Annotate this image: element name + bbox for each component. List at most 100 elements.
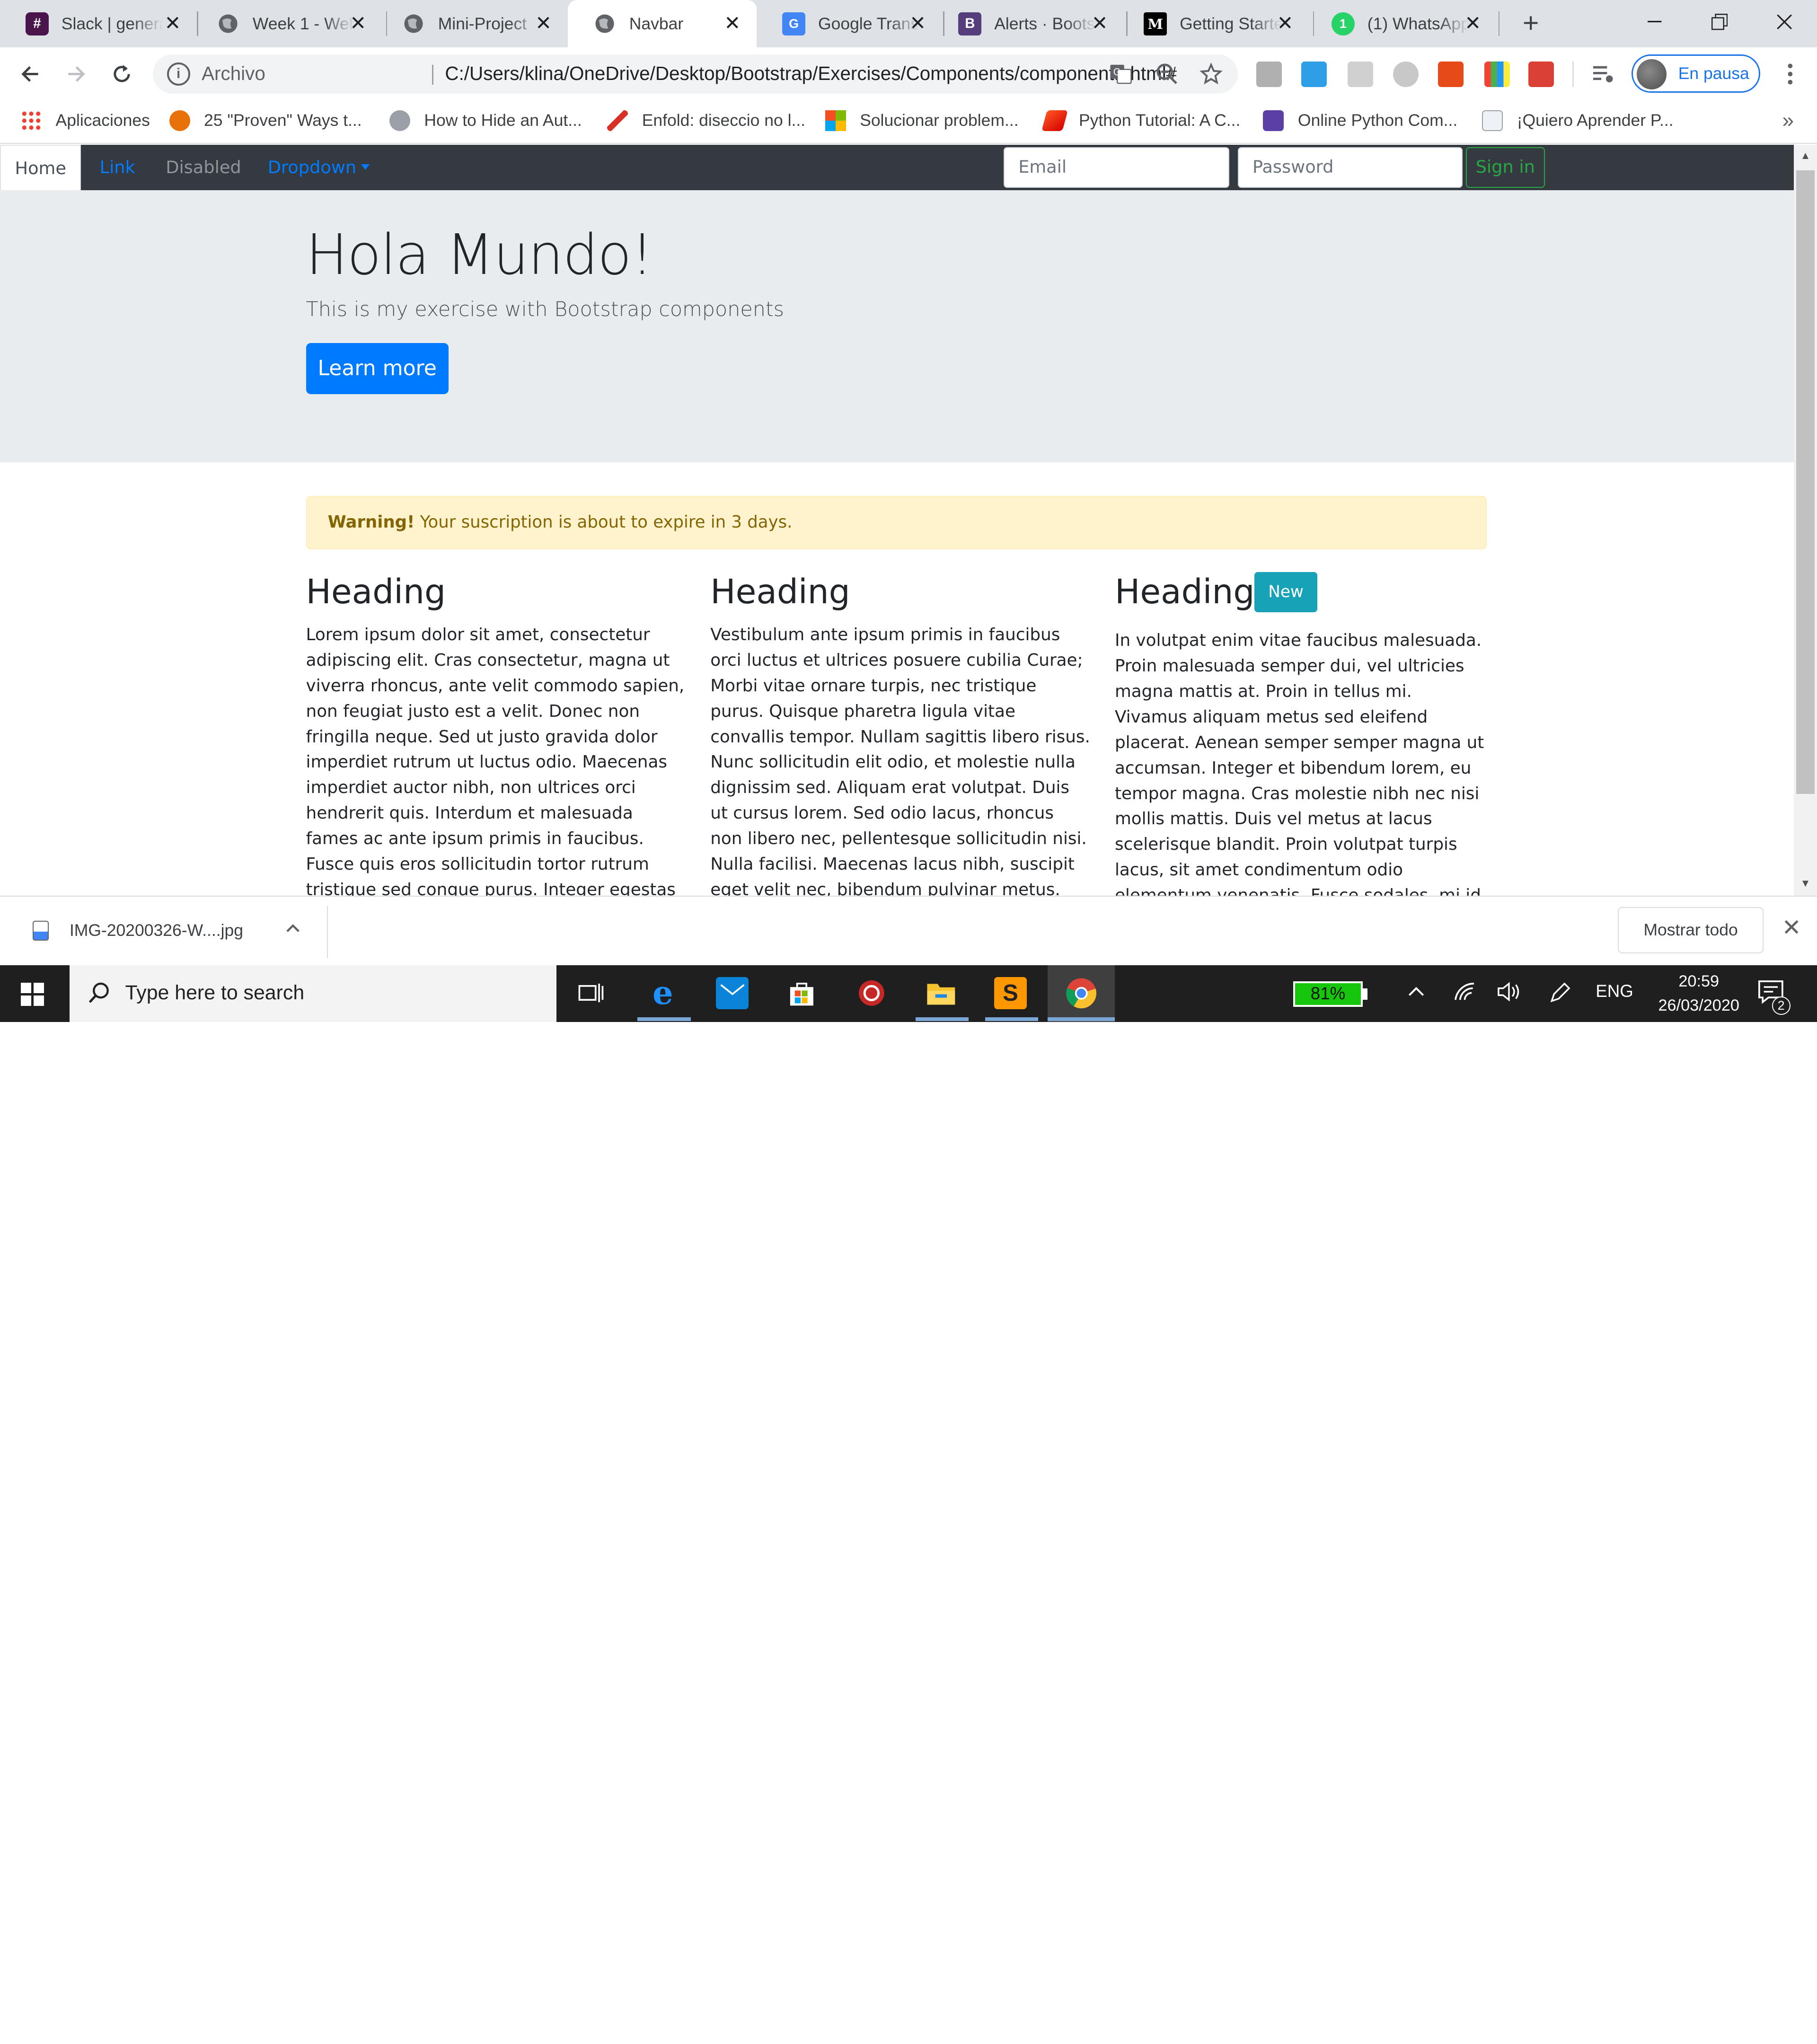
- volume-icon[interactable]: [1496, 981, 1522, 1006]
- tab-week1[interactable]: Week 1 - Web ✕: [191, 0, 382, 47]
- bookmark-aplicaciones[interactable]: Aplicaciones: [21, 108, 150, 133]
- close-icon[interactable]: ✕: [1275, 12, 1296, 34]
- chevron-up-icon[interactable]: [1406, 981, 1427, 1006]
- tab-title: (1) WhatsApp: [1367, 14, 1470, 33]
- tab-navbar[interactable]: Navbar ✕: [568, 0, 757, 48]
- antivirus-icon[interactable]: [855, 977, 888, 1010]
- close-icon[interactable]: ✕: [722, 12, 743, 34]
- close-icon[interactable]: ✕: [162, 12, 183, 34]
- scroll-down-icon[interactable]: ▼: [1799, 877, 1812, 891]
- media-control-icon[interactable]: [1591, 62, 1616, 87]
- show-all-button[interactable]: Mostrar todo: [1617, 907, 1764, 954]
- restore-button[interactable]: [1687, 0, 1752, 44]
- sign-in-button[interactable]: Sign in: [1465, 147, 1545, 188]
- store-icon[interactable]: [785, 977, 818, 1010]
- learn-more-button[interactable]: Learn more: [306, 343, 449, 394]
- windows-start-icon[interactable]: [21, 982, 44, 1006]
- page-title: Hola Mundo!: [306, 222, 653, 288]
- reload-button[interactable]: [104, 57, 139, 91]
- page-scrollbar[interactable]: ▲ ▼: [1794, 145, 1817, 896]
- battery-indicator[interactable]: 81%: [1293, 981, 1363, 1007]
- file-explorer-icon[interactable]: [925, 977, 957, 1010]
- bookmark-quiero-aprender[interactable]: ¡Quiero Aprender P...: [1482, 108, 1674, 133]
- bookmark-bolt-icon: [1263, 110, 1284, 131]
- bookmark-enfold[interactable]: Enfold: diseccio no l...: [607, 108, 805, 133]
- close-window-button[interactable]: [1752, 0, 1817, 44]
- minimize-icon: [1648, 21, 1662, 23]
- kebab-menu-icon: [1788, 63, 1793, 85]
- windows-taskbar: Type here to search e S 81% ENG 20:59 26…: [0, 965, 1817, 1022]
- download-file-name[interactable]: IMG-20200326-W....jpg: [70, 921, 243, 940]
- battery-icon: [1363, 988, 1367, 1000]
- back-button[interactable]: [13, 57, 47, 91]
- clock-date[interactable]: 26/03/2020: [1646, 996, 1752, 1015]
- search-icon: [88, 982, 109, 1004]
- address-bar[interactable]: i Archivo C:/Users/klina/OneDrive/Deskto…: [153, 54, 1238, 94]
- bookmarks-overflow-icon[interactable]: »: [1782, 109, 1794, 132]
- close-icon[interactable]: ✕: [533, 12, 554, 34]
- mail-icon[interactable]: [716, 977, 749, 1010]
- tab-title: Getting Started: [1180, 14, 1282, 33]
- bookmark-online-python[interactable]: Online Python Com...: [1263, 108, 1457, 133]
- translate-icon[interactable]: G: [1108, 62, 1133, 87]
- clock-time[interactable]: 20:59: [1664, 972, 1734, 991]
- url-text[interactable]: C:/Users/klina/OneDrive/Desktop/Bootstra…: [445, 62, 1177, 85]
- menu-button[interactable]: [1773, 57, 1808, 91]
- new-tab-button[interactable]: +: [1516, 9, 1546, 40]
- scroll-thumb[interactable]: [1796, 170, 1815, 794]
- language-indicator[interactable]: ENG: [1596, 981, 1633, 1001]
- bookmark-solucionar[interactable]: Solucionar problem...: [825, 108, 1019, 133]
- warning-alert: Warning! Your suscription is about to ex…: [306, 496, 1487, 549]
- profile-button[interactable]: En pausa: [1632, 54, 1761, 93]
- content-column-2: Heading Vestibulum ante ipsum primis in …: [710, 569, 1090, 896]
- close-icon[interactable]: ✕: [908, 12, 928, 34]
- google-translate-icon: G: [782, 12, 806, 35]
- tab-google-translate[interactable]: G Google Translate ✕: [757, 0, 942, 47]
- nav-dropdown-toggle[interactable]: Dropdown: [268, 145, 370, 190]
- edge-icon[interactable]: e: [647, 974, 679, 1012]
- minimize-button[interactable]: [1623, 0, 1687, 44]
- extension-icon[interactable]: [1348, 61, 1374, 87]
- scroll-up-icon[interactable]: ▲: [1799, 150, 1812, 163]
- bookmark-hide-autor[interactable]: How to Hide an Aut...: [389, 108, 582, 133]
- pdf-extension-icon[interactable]: [1256, 61, 1282, 87]
- close-icon[interactable]: ✕: [1780, 916, 1803, 940]
- wifi-icon[interactable]: [1453, 981, 1476, 1006]
- tab-bootstrap-alerts[interactable]: B Alerts · Bootstrap ✕: [933, 0, 1124, 47]
- nav-home-link[interactable]: Home: [0, 145, 81, 190]
- todoist-extension-icon[interactable]: [1528, 61, 1554, 87]
- office-extension-icon[interactable]: [1438, 61, 1464, 87]
- tff-extension-icon[interactable]: [1301, 61, 1327, 87]
- taskbar-search-box[interactable]: Type here to search: [69, 965, 556, 1022]
- bookmark-proven-ways[interactable]: 25 "Proven" Ways t...: [169, 108, 362, 133]
- column-heading-with-badge: Heading New: [1115, 569, 1488, 615]
- star-icon[interactable]: [1198, 62, 1224, 87]
- close-icon[interactable]: ✕: [1089, 12, 1110, 34]
- tab-title: Mini-Project: [438, 14, 527, 33]
- info-icon[interactable]: i: [167, 62, 190, 86]
- chevron-up-icon[interactable]: [284, 920, 302, 938]
- bookmark-python-tutorial[interactable]: Python Tutorial: A C...: [1041, 108, 1240, 133]
- zoom-icon[interactable]: [1154, 62, 1180, 87]
- tab-strip: # Slack | general ✕ Week 1 - Web ✕ Mini-…: [0, 0, 1817, 48]
- tab-title: Alerts · Bootstrap: [994, 14, 1096, 33]
- sublime-text-icon[interactable]: S: [994, 977, 1027, 1010]
- tab-mini-project[interactable]: Mini-Project ✕: [377, 0, 568, 47]
- tab-slack[interactable]: # Slack | general ✕: [0, 0, 197, 47]
- tab-getting-started[interactable]: M Getting Started ✕: [1118, 0, 1309, 47]
- chrome-icon[interactable]: [1065, 977, 1098, 1010]
- page-viewport: Home Link Disabled Dropdown Email Passwo…: [0, 145, 1794, 896]
- close-icon[interactable]: ✕: [348, 12, 369, 34]
- password-input[interactable]: Password: [1237, 147, 1463, 188]
- task-view-icon[interactable]: [575, 977, 608, 1010]
- email-input[interactable]: Email: [1003, 147, 1230, 188]
- mouse-extension-icon[interactable]: [1393, 61, 1419, 87]
- whatsapp-icon: 1: [1331, 12, 1355, 35]
- forward-button[interactable]: [59, 57, 94, 91]
- omnibox-divider: [432, 65, 433, 85]
- color-extension-icon[interactable]: [1484, 61, 1510, 87]
- nav-link[interactable]: Link: [100, 145, 135, 190]
- pen-icon[interactable]: [1548, 981, 1571, 1009]
- tab-whatsapp[interactable]: 1 (1) WhatsApp ✕: [1306, 0, 1497, 47]
- close-icon[interactable]: ✕: [1463, 12, 1483, 34]
